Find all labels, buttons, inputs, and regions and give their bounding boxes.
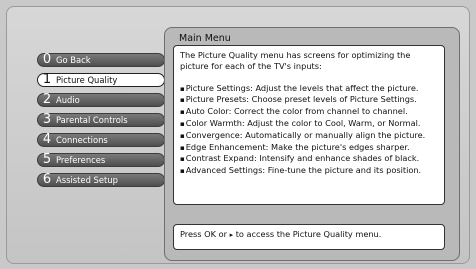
feature-list: Picture Settings: Adjust the levels that… <box>180 83 438 177</box>
menu-item-number: 4 <box>42 132 52 147</box>
list-item: Edge Enhancement: Make the picture's edg… <box>180 142 438 154</box>
menu-item-audio[interactable]: 2 Audio <box>37 93 165 107</box>
hint-text-after: to access the Picture Quality menu. <box>235 229 382 239</box>
menu-item-number: 6 <box>42 172 52 187</box>
menu-item-number: 1 <box>42 72 52 87</box>
list-item: Picture Presets: Choose preset levels of… <box>180 94 438 106</box>
list-item: Convergence: Automatically or manually a… <box>180 130 438 142</box>
menu-item-number: 3 <box>42 112 52 127</box>
menu-item-label: Parental Controls <box>56 115 128 125</box>
list-item: Picture Settings: Adjust the levels that… <box>180 83 438 95</box>
panel-title: Main Menu <box>179 33 231 44</box>
main-menu-panel: Main Menu The Picture Quality menu has s… <box>164 27 460 261</box>
menu-item-label: Preferences <box>56 155 106 165</box>
menu-item-label: Connections <box>56 135 108 145</box>
description-box: The Picture Quality menu has screens for… <box>173 45 445 205</box>
list-item: Auto Color: Correct the color from chann… <box>180 106 438 118</box>
menu-item-label: Assisted Setup <box>56 175 118 185</box>
menu-item-connections[interactable]: 4 Connections <box>37 133 165 147</box>
menu-item-label: Go Back <box>56 55 91 65</box>
menu-item-assisted-setup[interactable]: 6 Assisted Setup <box>37 173 165 187</box>
menu-item-parental-controls[interactable]: 3 Parental Controls <box>37 113 165 127</box>
menu-item-number: 2 <box>42 92 52 107</box>
menu-item-preferences[interactable]: 5 Preferences <box>37 153 165 167</box>
tv-screen: 0 Go Back 1 Picture Quality 2 Audio 3 Pa… <box>6 6 470 264</box>
menu-item-number: 0 <box>42 52 52 67</box>
menu-item-picture-quality[interactable]: 1 Picture Quality <box>37 73 165 87</box>
list-item: Contrast Expand: Intensify and enhance s… <box>180 153 438 165</box>
menu-item-number: 5 <box>42 152 52 167</box>
menu-item-label: Picture Quality <box>56 75 118 85</box>
right-arrow-icon: ▸ <box>229 231 234 239</box>
list-item: Advanced Settings: Fine-tune the picture… <box>180 165 438 177</box>
menu-item-go-back[interactable]: 0 Go Back <box>37 53 165 67</box>
list-item: Color Warmth: Adjust the color to Cool, … <box>180 118 438 130</box>
intro-text: The Picture Quality menu has screens for… <box>180 50 411 71</box>
hint-text-before: Press OK or <box>180 229 227 239</box>
menu-item-label: Audio <box>56 95 80 105</box>
hint-box: Press OK or ▸ to access the Picture Qual… <box>173 224 445 250</box>
